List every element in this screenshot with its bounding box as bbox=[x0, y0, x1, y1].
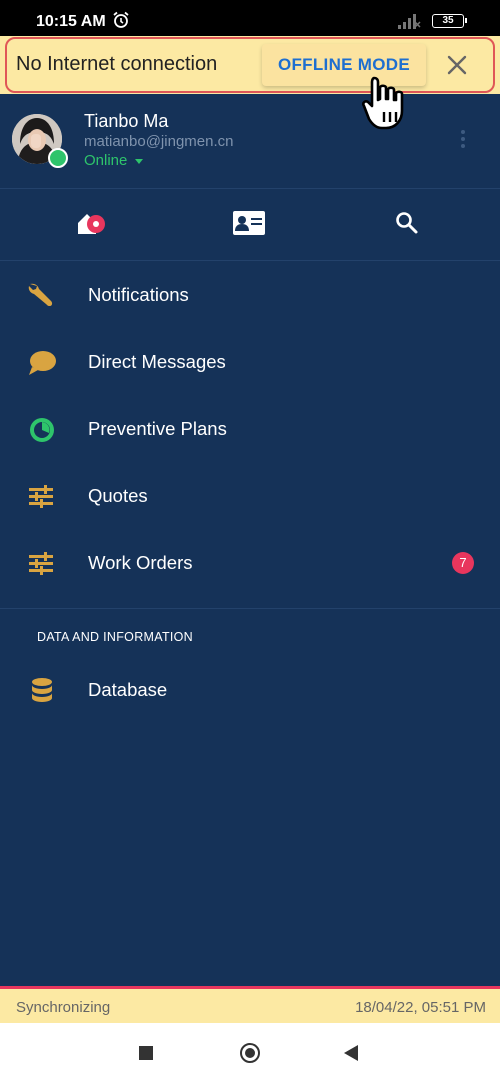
sync-timestamp: 18/04/22, 05:51 PM bbox=[355, 999, 486, 1016]
tab-search[interactable] bbox=[332, 188, 498, 260]
sliders-icon bbox=[29, 485, 53, 508]
count-badge: 7 bbox=[452, 552, 474, 574]
status-time: 10:15 AM bbox=[36, 13, 106, 30]
menu-item-direct-messages[interactable]: Direct Messages bbox=[0, 329, 500, 396]
status-label: Online bbox=[84, 152, 128, 169]
section-title: DATA AND INFORMATION bbox=[37, 630, 194, 644]
battery-level: 35 bbox=[442, 15, 454, 26]
close-icon[interactable] bbox=[444, 52, 470, 78]
menu-label: Notifications bbox=[88, 284, 189, 305]
menu-label: Quotes bbox=[88, 485, 148, 506]
menu-item-work-orders[interactable]: Work Orders 7 bbox=[0, 530, 500, 597]
wrench-icon bbox=[28, 283, 53, 306]
clock-progress-icon bbox=[30, 418, 54, 442]
menu-label: Database bbox=[88, 679, 168, 700]
signal-icon bbox=[398, 14, 421, 29]
menu-item-preventive-plans[interactable]: Preventive Plans bbox=[0, 396, 500, 463]
status-dropdown[interactable]: Online bbox=[84, 152, 144, 169]
alarm-icon bbox=[113, 11, 129, 28]
database-icon bbox=[32, 678, 52, 702]
status-bar: 10:15 AM 35 bbox=[0, 0, 500, 36]
sliders-icon bbox=[29, 552, 53, 575]
recents-icon[interactable] bbox=[139, 1046, 153, 1060]
online-status-dot bbox=[48, 148, 68, 168]
tab-contacts[interactable] bbox=[166, 188, 332, 260]
menu-item-notifications[interactable]: Notifications bbox=[0, 262, 500, 329]
offline-banner: No Internet connection OFFLINE MODE bbox=[0, 36, 500, 94]
back-icon[interactable] bbox=[344, 1045, 358, 1061]
system-nav-bar bbox=[0, 1023, 500, 1083]
sync-status-bar: Synchronizing 18/04/22, 05:51 PM bbox=[0, 986, 500, 1023]
menu-item-database[interactable]: Database bbox=[0, 657, 500, 724]
menu-label: Direct Messages bbox=[88, 351, 226, 372]
menu-label: Preventive Plans bbox=[88, 418, 227, 439]
home-icon bbox=[78, 214, 105, 234]
section-divider bbox=[0, 608, 500, 609]
banner-message: No Internet connection bbox=[16, 53, 218, 75]
menu-item-quotes[interactable]: Quotes bbox=[0, 463, 500, 530]
profile-header: Tianbo Ma matianbo@jingmen.cn Online bbox=[0, 94, 500, 189]
sync-status: Synchronizing bbox=[16, 999, 111, 1016]
more-options-icon[interactable] bbox=[459, 130, 467, 152]
search-icon bbox=[396, 212, 418, 234]
chevron-down-icon bbox=[135, 158, 144, 164]
home-button-icon[interactable] bbox=[240, 1043, 260, 1063]
tab-bar bbox=[0, 188, 500, 261]
contact-card-icon bbox=[233, 211, 265, 235]
profile-email: matianbo@jingmen.cn bbox=[84, 133, 234, 150]
chat-bubble-icon bbox=[29, 351, 56, 375]
tab-home[interactable] bbox=[0, 188, 166, 260]
battery-icon: 35 bbox=[432, 14, 467, 28]
profile-name: Tianbo Ma bbox=[84, 111, 169, 131]
menu-label: Work Orders bbox=[88, 552, 193, 573]
